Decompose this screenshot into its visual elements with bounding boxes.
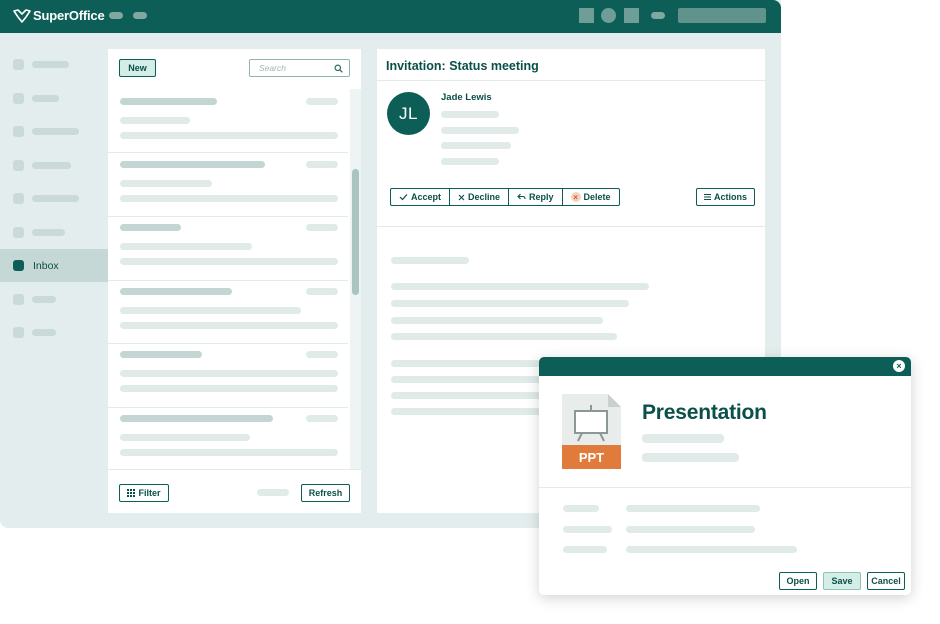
nav-label-placeholder bbox=[32, 128, 79, 135]
sidebar-item-inbox[interactable]: Inbox bbox=[0, 249, 108, 282]
check-icon bbox=[399, 194, 408, 201]
nav-icon bbox=[13, 59, 24, 70]
dialog-header: × bbox=[539, 357, 911, 376]
list-scrollbar-thumb[interactable] bbox=[352, 169, 359, 295]
footer-placeholder bbox=[257, 489, 289, 496]
new-button[interactable]: New bbox=[119, 59, 156, 77]
topbar-search-placeholder[interactable] bbox=[678, 8, 766, 23]
nav-icon bbox=[13, 126, 24, 137]
nav-label-placeholder bbox=[32, 162, 71, 169]
topbar-icon-placeholder[interactable] bbox=[579, 8, 594, 23]
powerpoint-file-icon: PPT bbox=[562, 394, 621, 469]
open-button[interactable]: Open bbox=[779, 572, 817, 590]
brand-name: SuperOffice bbox=[33, 8, 105, 23]
nav-label-placeholder bbox=[32, 195, 79, 202]
decline-label: Decline bbox=[468, 192, 501, 202]
topbar-icon-placeholder[interactable] bbox=[601, 8, 616, 23]
top-bar: SuperOffice bbox=[0, 0, 781, 33]
nav-icon bbox=[13, 327, 24, 338]
list-item[interactable] bbox=[108, 217, 348, 281]
actions-menu-button[interactable]: Actions bbox=[696, 188, 755, 206]
message-list-panel: New Search Filter Refresh bbox=[108, 49, 361, 513]
save-button[interactable]: Save bbox=[823, 572, 861, 590]
topbar-menu-placeholder[interactable] bbox=[133, 12, 147, 19]
grid-icon bbox=[127, 489, 136, 497]
nav-icon bbox=[13, 93, 24, 104]
inbox-icon bbox=[13, 260, 24, 271]
menu-icon bbox=[703, 194, 711, 200]
sidebar-item-label: Inbox bbox=[33, 259, 59, 272]
delete-label: Delete bbox=[583, 192, 611, 202]
sidebar: Inbox bbox=[0, 33, 108, 528]
topbar-menu-placeholder[interactable] bbox=[651, 12, 665, 19]
nav-label-placeholder bbox=[32, 329, 56, 336]
nav-label-placeholder bbox=[32, 61, 69, 68]
topbar-icon-placeholder[interactable] bbox=[624, 8, 639, 23]
sidebar-item[interactable] bbox=[0, 48, 108, 81]
nav-icon bbox=[13, 227, 24, 238]
search-input[interactable]: Search bbox=[249, 59, 350, 77]
decline-button[interactable]: Decline bbox=[449, 189, 508, 205]
reply-button[interactable]: Reply bbox=[508, 189, 562, 205]
file-type-label: PPT bbox=[579, 450, 604, 465]
brand-logo[interactable]: SuperOffice bbox=[13, 8, 105, 23]
refresh-button[interactable]: Refresh bbox=[301, 484, 350, 502]
dialog-title: Presentation bbox=[642, 401, 767, 424]
message-list bbox=[108, 89, 348, 469]
superoffice-logo-icon bbox=[13, 8, 31, 23]
list-item[interactable] bbox=[108, 344, 348, 408]
sender-name[interactable]: Jade Lewis bbox=[441, 92, 492, 103]
sidebar-item[interactable] bbox=[0, 82, 108, 115]
sidebar-item[interactable] bbox=[0, 216, 108, 249]
search-icon bbox=[334, 64, 343, 73]
sidebar-item[interactable] bbox=[0, 182, 108, 215]
sidebar-item[interactable] bbox=[0, 283, 108, 316]
sidebar-item[interactable] bbox=[0, 149, 108, 182]
nav-label-placeholder bbox=[32, 296, 56, 303]
reply-label: Reply bbox=[529, 192, 554, 202]
delete-icon: × bbox=[570, 192, 581, 202]
avatar[interactable]: JL bbox=[387, 92, 430, 135]
accept-label: Accept bbox=[411, 192, 442, 202]
nav-icon bbox=[13, 294, 24, 305]
actions-label: Actions bbox=[713, 192, 747, 202]
list-footer: Filter Refresh bbox=[108, 469, 361, 513]
close-icon[interactable]: × bbox=[893, 360, 905, 372]
nav-label-placeholder bbox=[32, 95, 59, 102]
message-action-bar: Accept Decline Reply × Delete bbox=[390, 188, 620, 206]
filter-button[interactable]: Filter bbox=[119, 484, 169, 502]
list-item[interactable] bbox=[108, 407, 348, 469]
list-item[interactable] bbox=[108, 280, 348, 344]
reply-icon bbox=[517, 193, 526, 200]
nav-icon bbox=[13, 193, 24, 204]
nav-icon bbox=[13, 160, 24, 171]
search-placeholder: Search bbox=[259, 63, 286, 73]
list-item[interactable] bbox=[108, 153, 348, 217]
message-title: Invitation: Status meeting bbox=[386, 59, 539, 73]
sidebar-item[interactable] bbox=[0, 316, 108, 349]
sidebar-item[interactable] bbox=[0, 115, 108, 148]
filter-label: Filter bbox=[138, 488, 161, 498]
close-icon bbox=[458, 194, 465, 200]
attachment-dialog: × PPT Presentation Open Save Cancel bbox=[539, 357, 911, 595]
nav-label-placeholder bbox=[32, 229, 65, 236]
cancel-button[interactable]: Cancel bbox=[867, 572, 905, 590]
delete-button[interactable]: × Delete bbox=[561, 189, 619, 205]
topbar-menu-placeholder[interactable] bbox=[109, 12, 123, 19]
list-item[interactable] bbox=[108, 89, 348, 153]
accept-button[interactable]: Accept bbox=[391, 189, 449, 205]
